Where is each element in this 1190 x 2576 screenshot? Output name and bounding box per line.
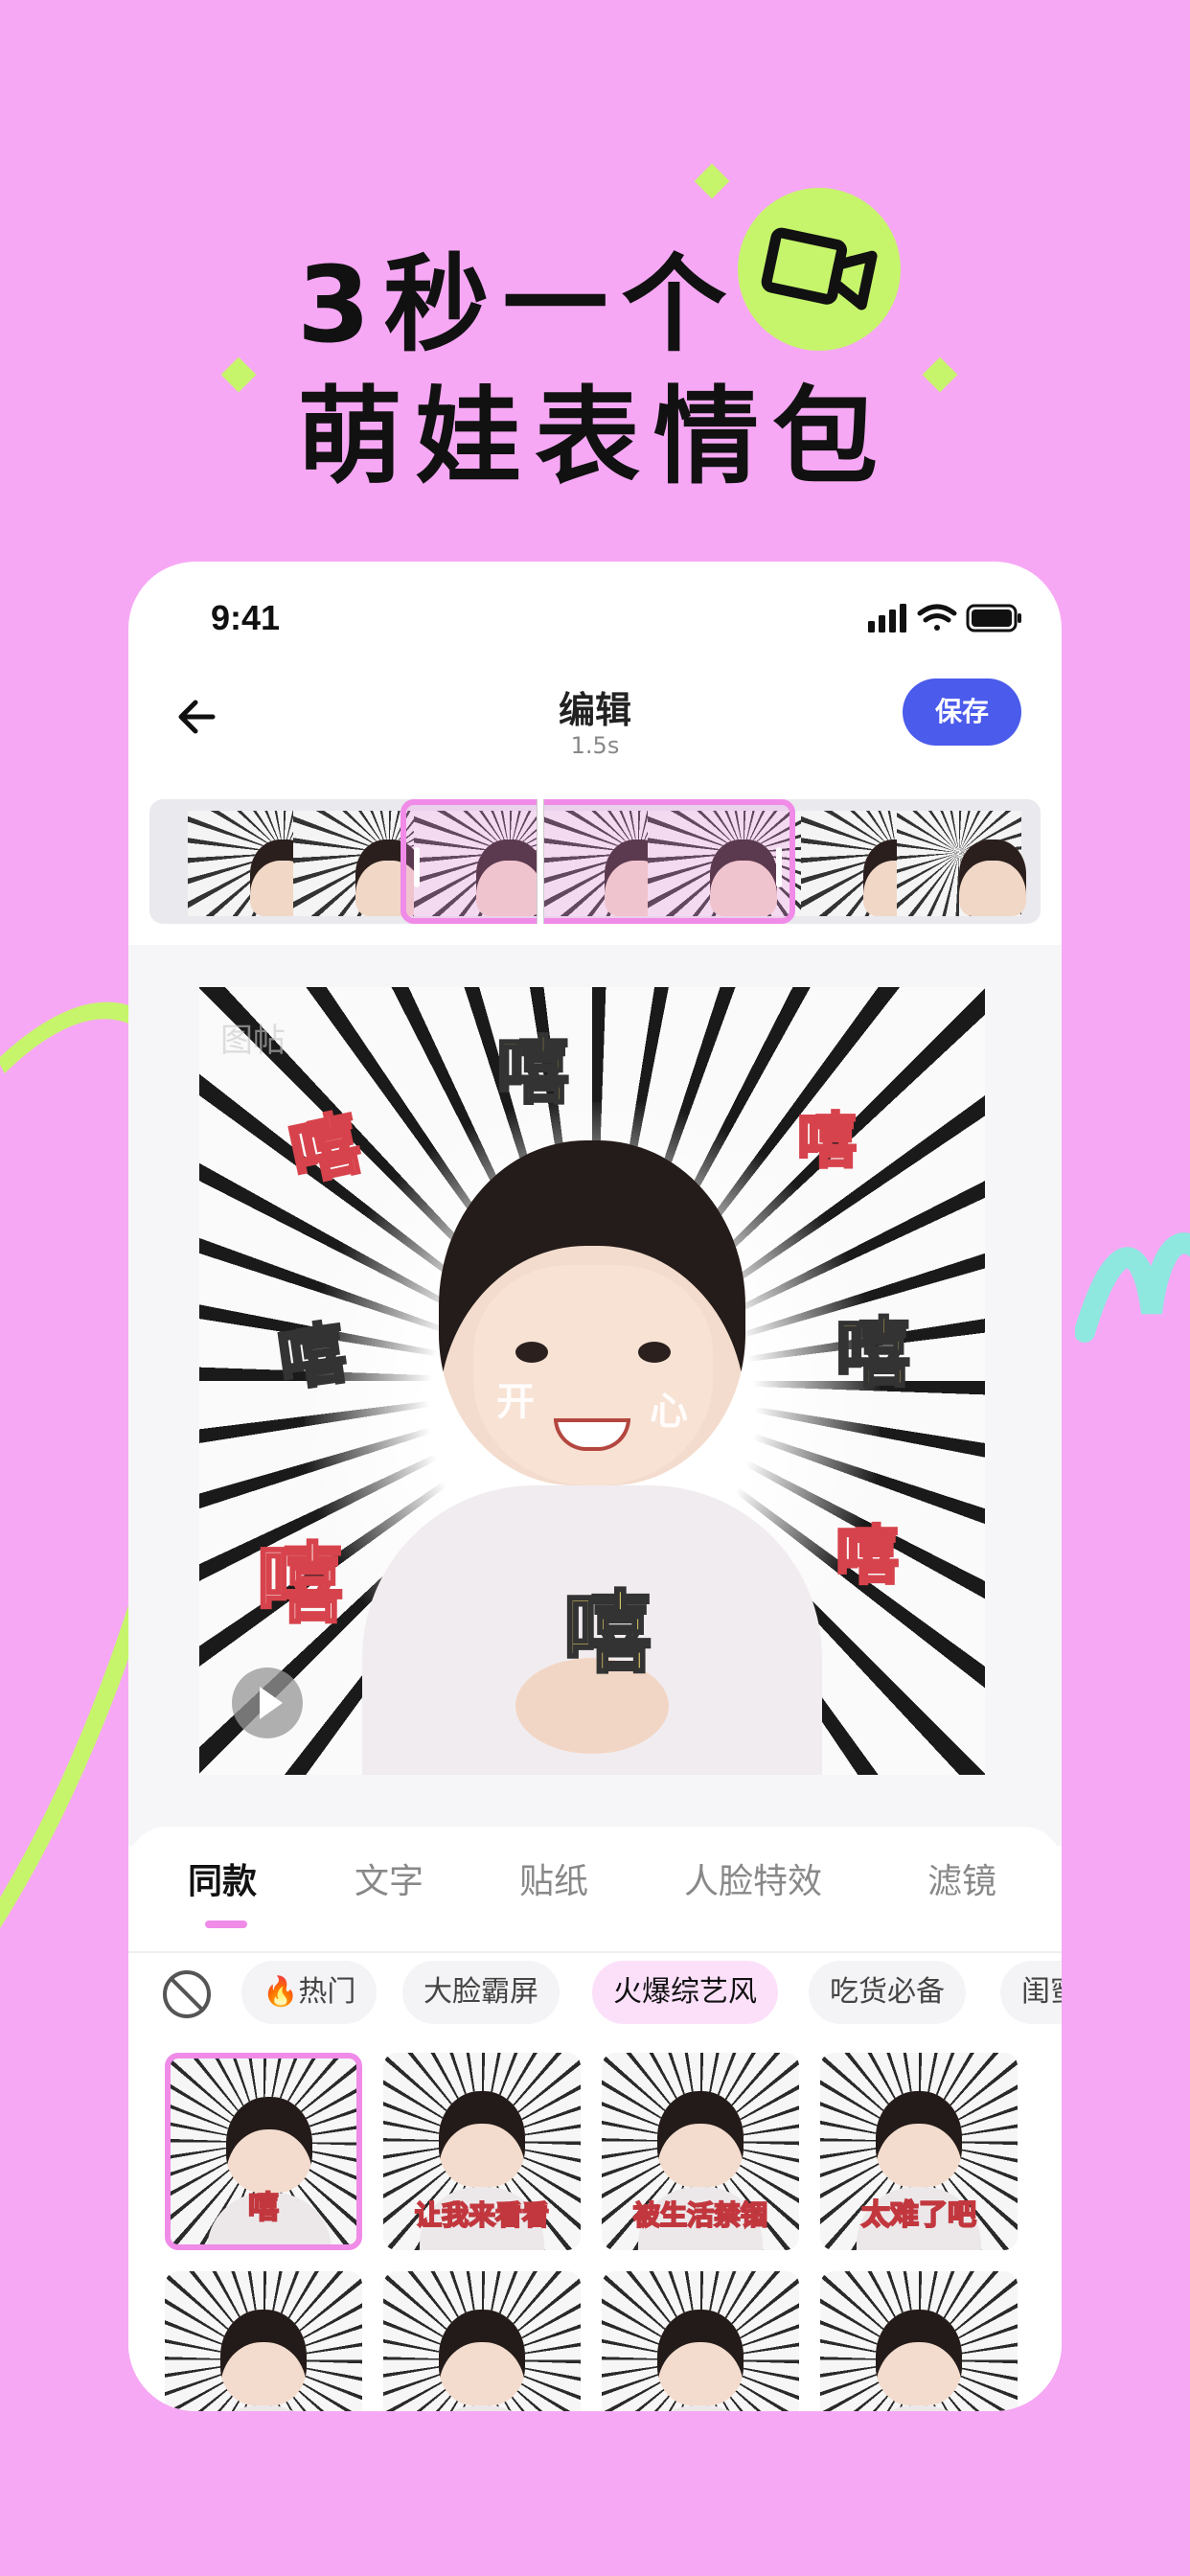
template-thumb[interactable]: 太难了吧 — [820, 2053, 1018, 2250]
sticker-text: 嘻 — [495, 1027, 571, 1116]
signal-icon — [868, 604, 906, 632]
trim-handle-right[interactable] — [776, 847, 782, 887]
watermark: 图帖 — [220, 1022, 286, 1060]
decor-diamond — [220, 356, 257, 393]
sticker-text: 嘻 — [835, 1518, 901, 1595]
template-thumb[interactable] — [383, 2271, 581, 2411]
sticker-text: 嘻 — [834, 1310, 911, 1399]
trim-selection[interactable] — [400, 799, 795, 924]
tab-same-style[interactable]: 同款 — [188, 1853, 257, 1903]
chip-big-face[interactable]: 大脸霸屏 — [402, 1961, 560, 2024]
tab-text[interactable]: 文字 — [355, 1853, 423, 1903]
tab-face-effects[interactable]: 人脸特效 — [684, 1853, 822, 1903]
sticker-text: 嘻 — [272, 1312, 353, 1402]
headline-line-2: 萌娃表情包 — [297, 376, 891, 498]
edit-tabs: 同款 文字 贴纸 人脸特效 滤镜 — [128, 1853, 1062, 1953]
tab-filters[interactable]: 滤镜 — [927, 1853, 996, 1903]
decor-diamond — [694, 163, 730, 199]
preview-area: 图帖 嘻 嘻 嘻 嘻 嘻 嘻 嘻 嘻 开 心 — [128, 945, 1062, 1846]
category-chips: 🔥热门 大脸霸屏 火爆综艺风 吃货必备 闺蜜 — [128, 1961, 1062, 2028]
face-text: 开 — [496, 1380, 535, 1424]
wifi-icon — [917, 604, 957, 631]
status-bar: 9:41 — [128, 562, 1062, 667]
headline-line-1: 3秒一个 — [297, 243, 741, 366]
background-scribble — [1075, 1232, 1190, 1343]
template-thumb[interactable]: 让我来看看 — [383, 2053, 581, 2250]
chip-hot[interactable]: 🔥热门 — [241, 1961, 378, 2024]
battery-icon — [966, 604, 1021, 632]
timeline-frame — [897, 811, 1026, 916]
playhead[interactable] — [537, 799, 544, 924]
status-time: 9:41 — [211, 598, 281, 637]
save-button[interactable]: 保存 — [903, 678, 1021, 746]
template-thumb[interactable]: 被生活禁锢 — [602, 2053, 799, 2250]
active-tab-indicator — [205, 1920, 247, 1928]
chip-variety-show[interactable]: 火爆综艺风 — [592, 1961, 778, 2024]
template-thumb[interactable] — [602, 2271, 799, 2411]
template-thumb[interactable]: 嘻 — [165, 2053, 362, 2250]
face-text: 心 — [650, 1390, 688, 1434]
decor-diamond — [922, 356, 958, 393]
tab-stickers[interactable]: 贴纸 — [519, 1853, 588, 1903]
sticker-text: 嘻 — [795, 1105, 858, 1178]
sticker-preview[interactable]: 图帖 嘻 嘻 嘻 嘻 嘻 嘻 嘻 嘻 开 心 — [199, 987, 985, 1775]
sticker-text: 嘻 — [561, 1581, 652, 1687]
video-camera-icon — [738, 188, 901, 351]
status-icons — [868, 604, 1021, 632]
edit-panel: 同款 文字 贴纸 人脸特效 滤镜 🔥热门 大脸霸屏 火爆综艺风 吃货必备 闺蜜 … — [128, 1827, 1062, 2411]
no-effect-icon[interactable] — [163, 1970, 211, 2018]
chip-bestie[interactable]: 闺蜜 — [1000, 1961, 1062, 2024]
sticker-text: 嘻 — [256, 1533, 345, 1637]
trim-handle-left[interactable] — [414, 847, 420, 887]
chip-foodie[interactable]: 吃货必备 — [809, 1961, 966, 2024]
template-thumb[interactable] — [820, 2271, 1018, 2411]
phone-screen: 9:41 编辑 1.5s 保存 图帖 嘻 嘻 嘻 嘻 嘻 嘻 嘻 嘻 开 心 同… — [128, 562, 1062, 2411]
navigation-bar: 编辑 1.5s 保存 — [128, 667, 1062, 792]
template-thumb[interactable] — [165, 2271, 362, 2411]
video-timeline[interactable] — [149, 799, 1041, 924]
play-button[interactable] — [232, 1668, 303, 1738]
